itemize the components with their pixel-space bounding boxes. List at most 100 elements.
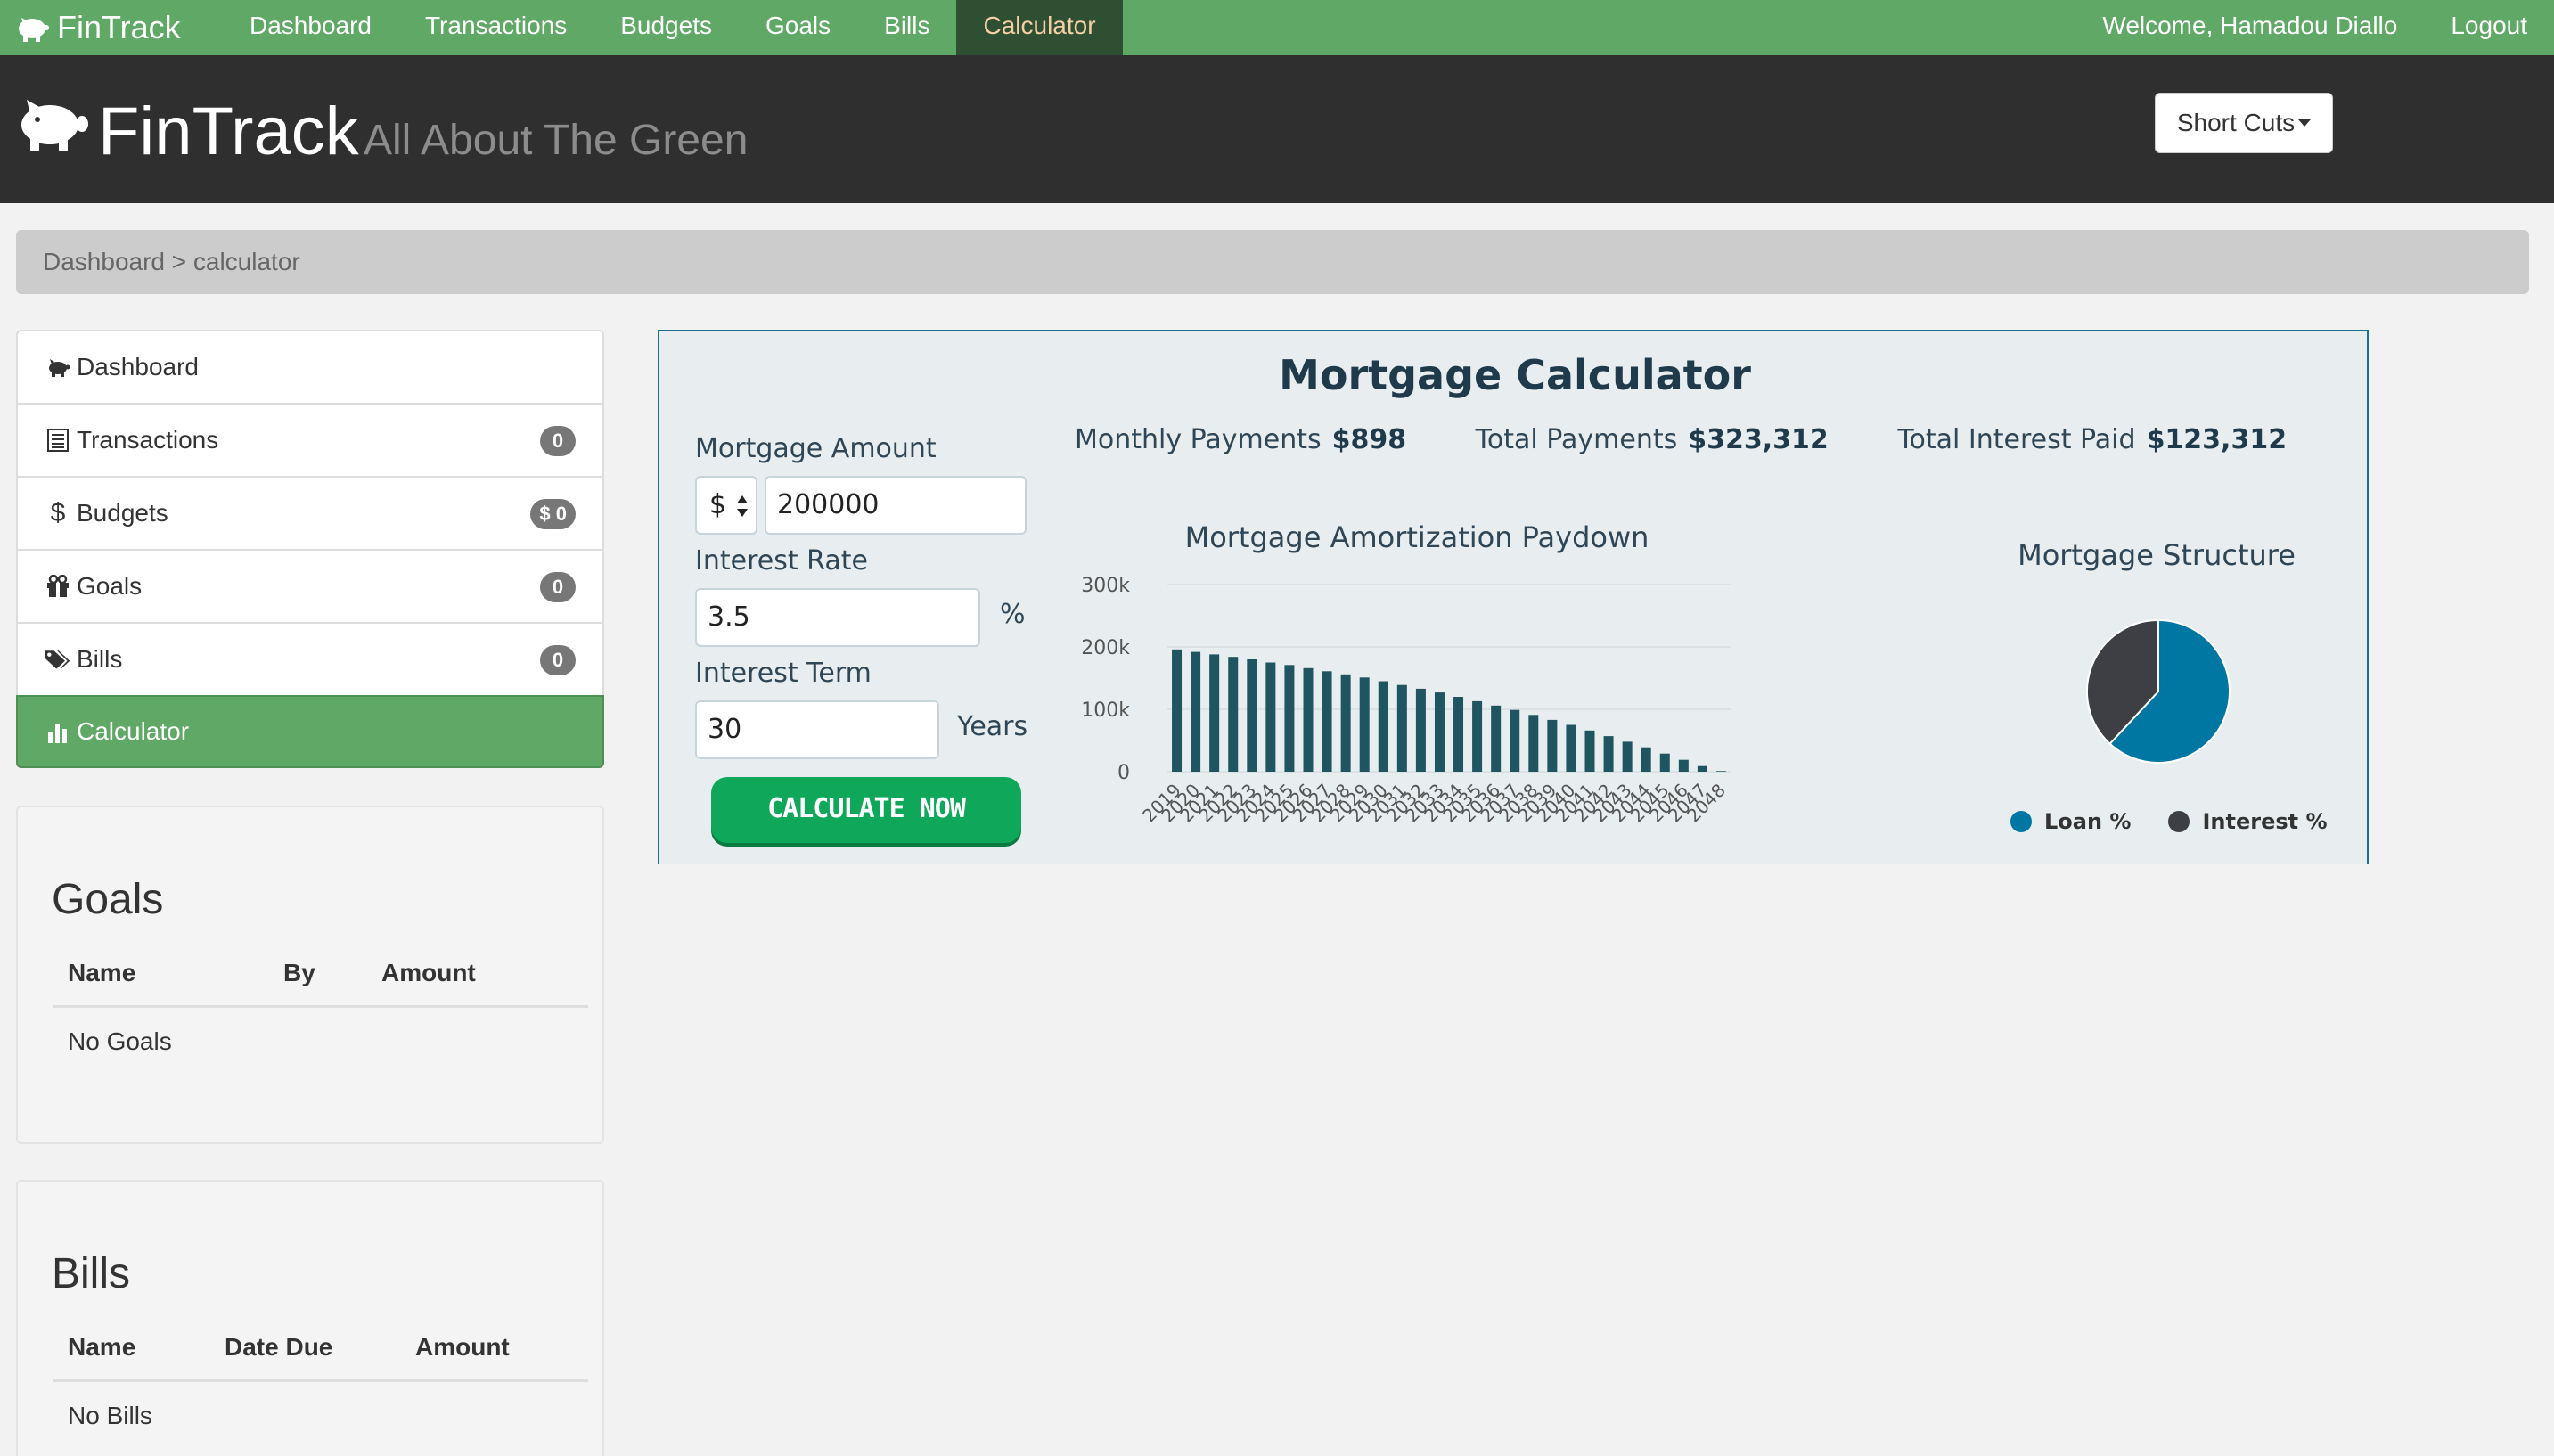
logout-link[interactable]: Logout [2424, 0, 2554, 55]
bar [1378, 681, 1388, 772]
nav-bills[interactable]: Bills [857, 0, 956, 55]
nav-calculator[interactable]: Calculator [956, 0, 1123, 55]
sidebar-item-label: Bills [77, 645, 123, 673]
bar [1510, 709, 1520, 772]
dollar-icon: $ [50, 498, 66, 528]
mortgage-amount-input[interactable]: 200000 [765, 476, 1027, 535]
y-tick-label: 0 [1117, 762, 1130, 784]
currency-select[interactable]: $ [695, 476, 757, 535]
bar [1697, 765, 1707, 772]
legend-label-loan[interactable]: Loan % [2044, 809, 2131, 834]
column-header: Date Due [210, 1333, 401, 1382]
bar [1641, 747, 1651, 772]
interest-term-input[interactable]: 30 [695, 700, 939, 759]
bar-chart-title: Mortgage Amortization Paydown [1184, 520, 1649, 554]
bar [1340, 674, 1351, 772]
stat-label: Total Payments [1475, 424, 1678, 455]
interest-rate-input[interactable]: 3.5 [695, 588, 980, 647]
bar [1228, 657, 1239, 772]
piggy-bank-icon [19, 18, 49, 42]
bar [1566, 724, 1576, 772]
bar [1603, 736, 1614, 772]
amount-label: Mortgage Amount [695, 433, 937, 464]
column-header: Amount [401, 1333, 588, 1382]
currency-value: $ [709, 489, 727, 520]
sidebar-item-label: Budgets [77, 499, 168, 527]
piggy-bank-icon [45, 356, 71, 378]
goals-title: Goals [52, 876, 164, 923]
amortization-bar-chart: 300k200k100k0201920202021202220232024202… [1081, 575, 1731, 827]
bar [1622, 741, 1633, 772]
sidebar-item-transactions[interactable]: Transactions 0 [16, 403, 604, 476]
sidebar-item-label: Transactions [77, 426, 219, 454]
breadcrumb: Dashboard > calculator [16, 230, 2529, 294]
page-header: FinTrack All About The Green Short Cuts [0, 55, 2554, 203]
list-icon [45, 429, 71, 452]
sidebar-item-calculator[interactable]: Calculator [16, 695, 604, 768]
column-header: Amount [367, 959, 588, 1008]
select-arrows-icon [737, 495, 748, 517]
brand-link[interactable]: FinTrack [0, 0, 223, 55]
rate-label: Interest Rate [695, 545, 868, 577]
bar [1191, 651, 1201, 772]
count-badge: 0 [540, 572, 576, 602]
sidebar-item-label: Goals [77, 572, 143, 600]
stat-value: $898 [1331, 424, 1407, 455]
nav-goals[interactable]: Goals [739, 0, 857, 55]
bar [1434, 692, 1445, 772]
nav-right: Welcome, Hamadou Diallo Logout [2075, 0, 2554, 55]
count-badge: $ 0 [530, 499, 576, 529]
count-badge: 0 [540, 645, 576, 675]
brand-name: FinTrack [57, 9, 181, 45]
mortgage-structure-pie-chart [2086, 618, 2231, 764]
bar-chart-icon [45, 720, 71, 743]
nav-budgets[interactable]: Budgets [593, 0, 739, 55]
legend-swatch-interest [2168, 811, 2190, 832]
bar [1678, 759, 1689, 772]
table-row: No Goals [53, 1007, 588, 1057]
calculator-title: Mortgage Calculator [1279, 351, 1751, 399]
total-interest: Total Interest Paid $123,312 [1897, 424, 2287, 455]
bills-table: Name Date Due Amount No Bills [53, 1333, 588, 1430]
bills-panel: Bills Name Date Due Amount No Bills [16, 1180, 604, 1456]
bar [1584, 730, 1595, 772]
count-badge: 0 [540, 426, 576, 456]
shortcuts-dropdown[interactable]: Short Cuts [2155, 93, 2333, 153]
bar [1359, 677, 1370, 772]
legend-label-interest[interactable]: Interest % [2202, 809, 2327, 834]
goals-panel: Goals Name By Amount No Goals [16, 806, 604, 1144]
calculate-button[interactable]: CALCULATE NOW [711, 777, 1021, 843]
bar [1265, 662, 1276, 772]
sidebar-item-goals[interactable]: Goals 0 [16, 549, 604, 622]
sidebar-item-bills[interactable]: Bills 0 [16, 622, 604, 695]
piggy-bank-logo-icon [21, 100, 88, 151]
term-unit: Years [957, 711, 1028, 742]
pie-legend: Loan % Interest % [2010, 809, 2328, 834]
nav-dashboard[interactable]: Dashboard [223, 0, 398, 55]
bar [1209, 654, 1220, 772]
stat-label: Total Interest Paid [1897, 424, 2136, 455]
payment-summary: Monthly Payments $898 Total Payments $323,… [1075, 424, 2287, 455]
sidebar-item-dashboard[interactable]: Dashboard [16, 330, 604, 403]
bills-title: Bills [52, 1250, 131, 1297]
sidebar-menu: Dashboard Transactions 0 $ Budgets $ 0 G… [16, 330, 604, 768]
bar [1528, 715, 1539, 772]
bar [1491, 705, 1502, 772]
total-payments: Total Payments $323,312 [1476, 424, 1829, 455]
mortgage-calculator: Mortgage Calculator Mortgage Amount $ 20… [658, 330, 2369, 864]
pie-chart-title: Mortgage Structure [2018, 538, 2296, 572]
table-row: No Bills [53, 1381, 588, 1431]
shortcuts-label: Short Cuts [2176, 109, 2296, 136]
bar [1453, 697, 1464, 772]
sidebar-item-budgets[interactable]: $ Budgets $ 0 [16, 476, 604, 549]
bar [1303, 667, 1314, 772]
table-header-row: Name Date Due Amount [53, 1333, 588, 1382]
gift-icon [45, 575, 71, 598]
nav-transactions[interactable]: Transactions [398, 0, 593, 55]
column-header: Name [53, 1333, 210, 1382]
stat-label: Monthly Payments [1075, 424, 1322, 455]
page-subtitle: All About The Green [364, 117, 749, 164]
sidebar-item-label: Dashboard [77, 353, 199, 380]
welcome-link[interactable]: Welcome, Hamadou Diallo [2075, 0, 2424, 55]
bar [1547, 719, 1558, 772]
